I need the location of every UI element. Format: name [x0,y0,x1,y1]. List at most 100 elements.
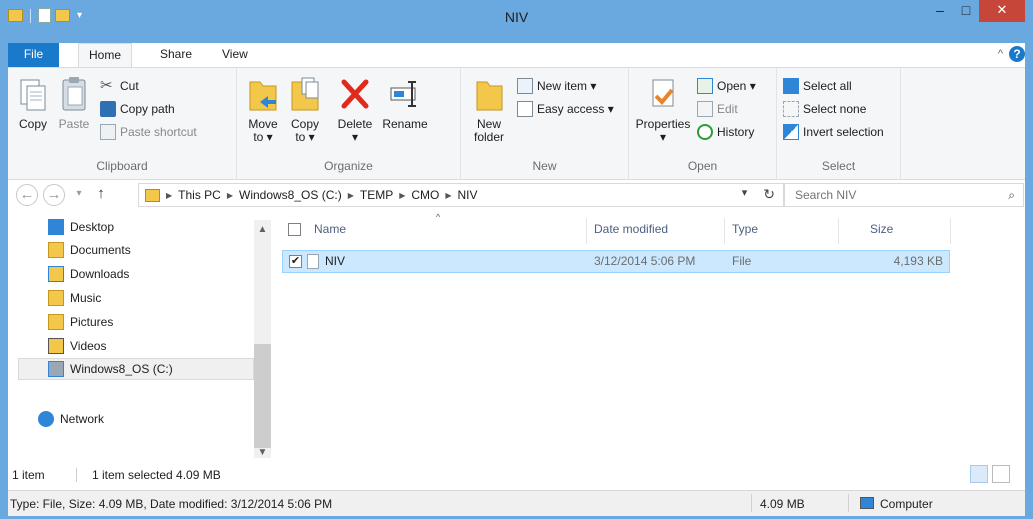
move-to-button[interactable]: Move to ▾ [245,74,281,144]
collapse-ribbon-icon[interactable]: ^ [998,48,1003,60]
file-row[interactable]: ✔ NIV 3/12/2014 5:06 PM File 4,193 KB [282,250,950,273]
new-item-button[interactable]: New item ▾ [517,76,596,96]
chevron-right-icon[interactable]: ▶ [227,191,233,200]
edit-button[interactable]: Edit [697,99,738,119]
history-button[interactable]: History [697,122,754,142]
search-box[interactable]: ⌕ [784,183,1024,207]
open-button[interactable]: Open ▾ [697,76,756,96]
easy-access-icon [517,101,533,117]
recent-locations-button[interactable]: ▾ [68,184,90,206]
copy-path-button[interactable]: Copy path [100,99,175,119]
copy-icon [20,79,46,111]
easy-access-button[interactable]: Easy access ▾ [517,99,614,119]
select-all-button[interactable]: Select all [783,76,852,96]
nav-item-network[interactable]: Network [38,408,104,430]
invert-selection-icon [783,124,799,140]
delete-button[interactable]: Delete ▾ [333,74,377,144]
details-view-button[interactable] [970,465,988,483]
up-button[interactable]: ↑ [90,184,112,206]
cut-label: Cut [120,79,139,93]
organize-group-label: Organize [324,159,373,173]
new-folder-button[interactable]: New folder [469,74,509,144]
column-header-date[interactable]: Date modified [594,210,668,248]
delete-icon [341,79,369,109]
details-status-bar: Type: File, Size: 4.09 MB, Date modified… [8,490,1025,516]
delete-dropdown-icon[interactable]: ▾ [352,130,358,144]
nav-item-label: Desktop [70,220,115,234]
breadcrumb-temp[interactable]: TEMP [360,188,393,202]
delete-label: Delete [337,117,373,131]
tab-share[interactable]: Share [150,43,202,67]
forward-button[interactable]: → [43,184,65,206]
maximize-button[interactable]: □ [953,0,979,22]
large-icons-view-button[interactable] [992,465,1010,483]
nav-item-label: Videos [70,339,107,353]
desktop-icon [48,219,64,235]
invert-selection-label: Invert selection [803,125,884,139]
nav-item-music[interactable]: Music [48,287,101,309]
invert-selection-button[interactable]: Invert selection [783,122,884,142]
minimize-button[interactable]: – [927,0,953,22]
breadcrumb-this-pc[interactable]: This PC [178,188,221,202]
copy-to-button[interactable]: Copy to ▾ [287,74,323,144]
properties-dropdown-icon[interactable]: ▾ [660,130,666,144]
breadcrumb-windows8-os[interactable]: Windows8_OS (C:) [239,188,342,202]
selection-size: 4.09 MB [760,497,805,511]
content-area: Desktop Documents Downloads Music Pictur… [8,210,1025,460]
chevron-right-icon[interactable]: ▶ [399,191,405,200]
chevron-right-icon[interactable]: ▶ [348,191,354,200]
status-bar: 1 item 1 item selected 4.09 MB [8,460,1025,490]
tab-file[interactable]: File [8,43,59,67]
search-input[interactable] [785,184,985,206]
copy-button[interactable]: Copy [14,74,52,131]
breadcrumb-niv[interactable]: NIV [458,188,478,202]
file-details: Type: File, Size: 4.09 MB, Date modified… [10,497,333,511]
nav-scrollbar[interactable]: ▲ ▼ [254,220,271,458]
clipboard-group-label: Clipboard [96,159,148,173]
search-icon[interactable]: ⌕ [1008,188,1015,203]
nav-item-label: Pictures [70,315,114,329]
new-folder-icon [476,81,503,111]
nav-item-desktop[interactable]: Desktop [48,216,114,238]
back-button[interactable]: ← [16,184,38,206]
address-history-dropdown-icon[interactable]: ▾ [742,186,748,203]
nav-item-downloads[interactable]: Downloads [48,263,129,285]
move-to-icon [249,81,277,111]
nav-item-windows8-os[interactable]: Windows8_OS (C:) [18,358,254,380]
window-controls: – □ ✕ [927,0,1025,22]
file-size: 4,193 KB [893,254,943,268]
copy-to-label: Copy [290,117,319,131]
properties-button[interactable]: Properties ▾ [633,74,693,144]
nav-item-pictures[interactable]: Pictures [48,311,113,333]
rename-button[interactable]: Rename [381,74,429,131]
refresh-icon[interactable]: ↻ [763,186,775,203]
close-button[interactable]: ✕ [979,0,1025,22]
select-none-label: Select none [803,102,867,116]
tab-view[interactable]: View [214,43,256,67]
select-all-checkbox[interactable] [288,223,301,236]
scroll-down-icon[interactable]: ▼ [254,447,271,458]
tab-home[interactable]: Home [78,43,133,68]
select-none-button[interactable]: Select none [783,99,866,119]
scroll-up-icon[interactable]: ▲ [254,224,271,235]
chevron-right-icon[interactable]: ▶ [445,191,451,200]
nav-item-label: Downloads [70,267,130,281]
row-checkbox[interactable]: ✔ [289,255,302,268]
column-header-size[interactable]: Size [870,210,893,248]
scroll-thumb[interactable] [254,344,271,448]
explorer-window: ▾ NIV – □ ✕ File Home Share View ^ ? Cop… [0,0,1033,519]
file-icon [307,254,319,269]
nav-item-label: Windows8_OS (C:) [70,362,173,376]
paste-button[interactable]: Paste [54,74,94,131]
properties-icon [652,79,674,107]
column-header-name[interactable]: Name [314,210,346,248]
column-header-type[interactable]: Type [732,210,758,248]
address-bar[interactable]: ▶ This PC ▶ Windows8_OS (C:) ▶ TEMP ▶ CM… [138,183,784,207]
new-folder-label: New [476,117,501,131]
ribbon-tabs: File Home Share View ^ ? [8,43,1025,68]
nav-item-videos[interactable]: Videos [48,335,106,357]
nav-item-documents[interactable]: Documents [48,239,131,261]
paste-shortcut-button[interactable]: Paste shortcut [100,122,197,142]
cut-button[interactable]: ✂ Cut [100,76,139,96]
help-icon[interactable]: ? [1009,46,1025,62]
